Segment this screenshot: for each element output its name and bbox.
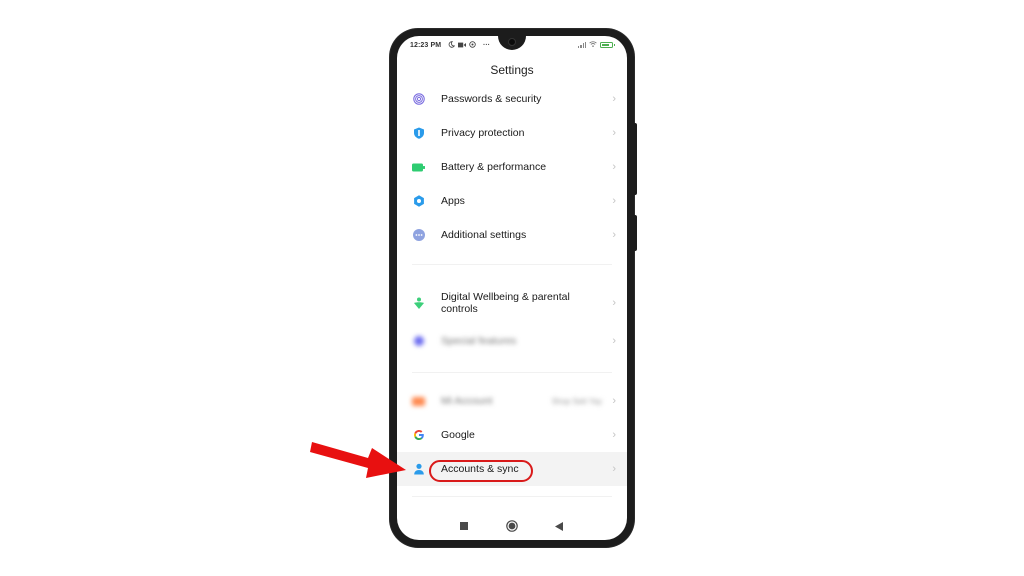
chevron-right-icon: › [612,335,616,347]
chevron-right-icon: › [612,463,616,475]
chevron-right-icon: › [612,429,616,441]
chevron-right-icon: › [612,229,616,241]
settings-item-label: Apps [441,194,465,207]
settings-item-privacy-protection[interactable]: Privacy protection › [397,116,627,150]
settings-item-battery-performance[interactable]: Battery & performance › [397,150,627,184]
shield-icon [412,127,425,140]
fingerprint-icon [412,93,425,106]
phone-frame: 12:23 PM ··· Settings Passwords & securi… [390,29,637,547]
status-icons-left: ··· [448,41,490,50]
mi-account-icon [412,395,425,408]
navigation-bar [397,510,627,540]
signal-icon [578,42,586,48]
status-bar: 12:23 PM ··· [397,36,627,56]
battery-icon [600,42,615,48]
at-icon [469,41,476,50]
phone-screen: 12:23 PM ··· Settings Passwords & securi… [397,36,627,540]
settings-item-special-features[interactable]: Special features › [397,324,627,358]
settings-item-google[interactable]: Google › [397,418,627,452]
settings-item-label: Google [441,428,475,441]
more-dots-icon: ··· [483,42,490,49]
person-icon [412,463,425,476]
section-divider [412,496,612,497]
settings-item-apps[interactable]: Apps › [397,184,627,218]
gear-icon [412,195,425,208]
home-button[interactable] [506,520,518,532]
chevron-right-icon: › [612,395,616,407]
settings-item-label: Additional settings [441,228,527,241]
settings-item-label: Privacy protection [441,126,525,139]
settings-item-mi-account[interactable]: Mi Account Shop Sett Yay › [397,384,627,418]
settings-item-value: Shop Sett Yay [551,396,602,406]
annotation-highlight-ring [429,460,533,482]
settings-item-label: Special features [441,334,517,347]
chevron-right-icon: › [612,195,616,207]
video-icon [458,42,466,50]
section-divider [412,264,612,265]
chevron-right-icon: › [612,161,616,173]
settings-item-label: Digital Wellbeing & parental controls [441,290,570,316]
google-icon [412,429,425,442]
wellbeing-icon [412,297,425,310]
back-button[interactable] [553,520,565,532]
status-time: 12:23 PM [410,42,442,49]
moon-icon [448,41,456,50]
settings-item-label: Mi Account [441,394,493,407]
special-features-icon [412,335,425,348]
settings-item-additional-settings[interactable]: Additional settings › [397,218,627,252]
settings-item-digital-wellbeing[interactable]: Digital Wellbeing & parental controls › [397,284,627,322]
page-title: Settings [490,63,534,77]
battery-icon [412,161,425,174]
recents-button[interactable] [458,520,470,532]
annotation-arrow [310,442,406,478]
volume-button [633,123,637,195]
settings-item-passwords-security[interactable]: Passwords & security › [397,82,627,116]
status-icons-right [578,41,615,49]
arrow-shape [310,442,406,478]
settings-item-label: Battery & performance [441,160,547,173]
chevron-right-icon: › [612,93,616,105]
settings-item-label: Passwords & security [441,92,542,105]
section-divider [412,372,612,373]
wifi-icon [589,41,597,49]
chevron-right-icon: › [612,297,616,309]
chevron-right-icon: › [612,127,616,139]
power-button [633,215,637,251]
more-icon [412,229,425,242]
